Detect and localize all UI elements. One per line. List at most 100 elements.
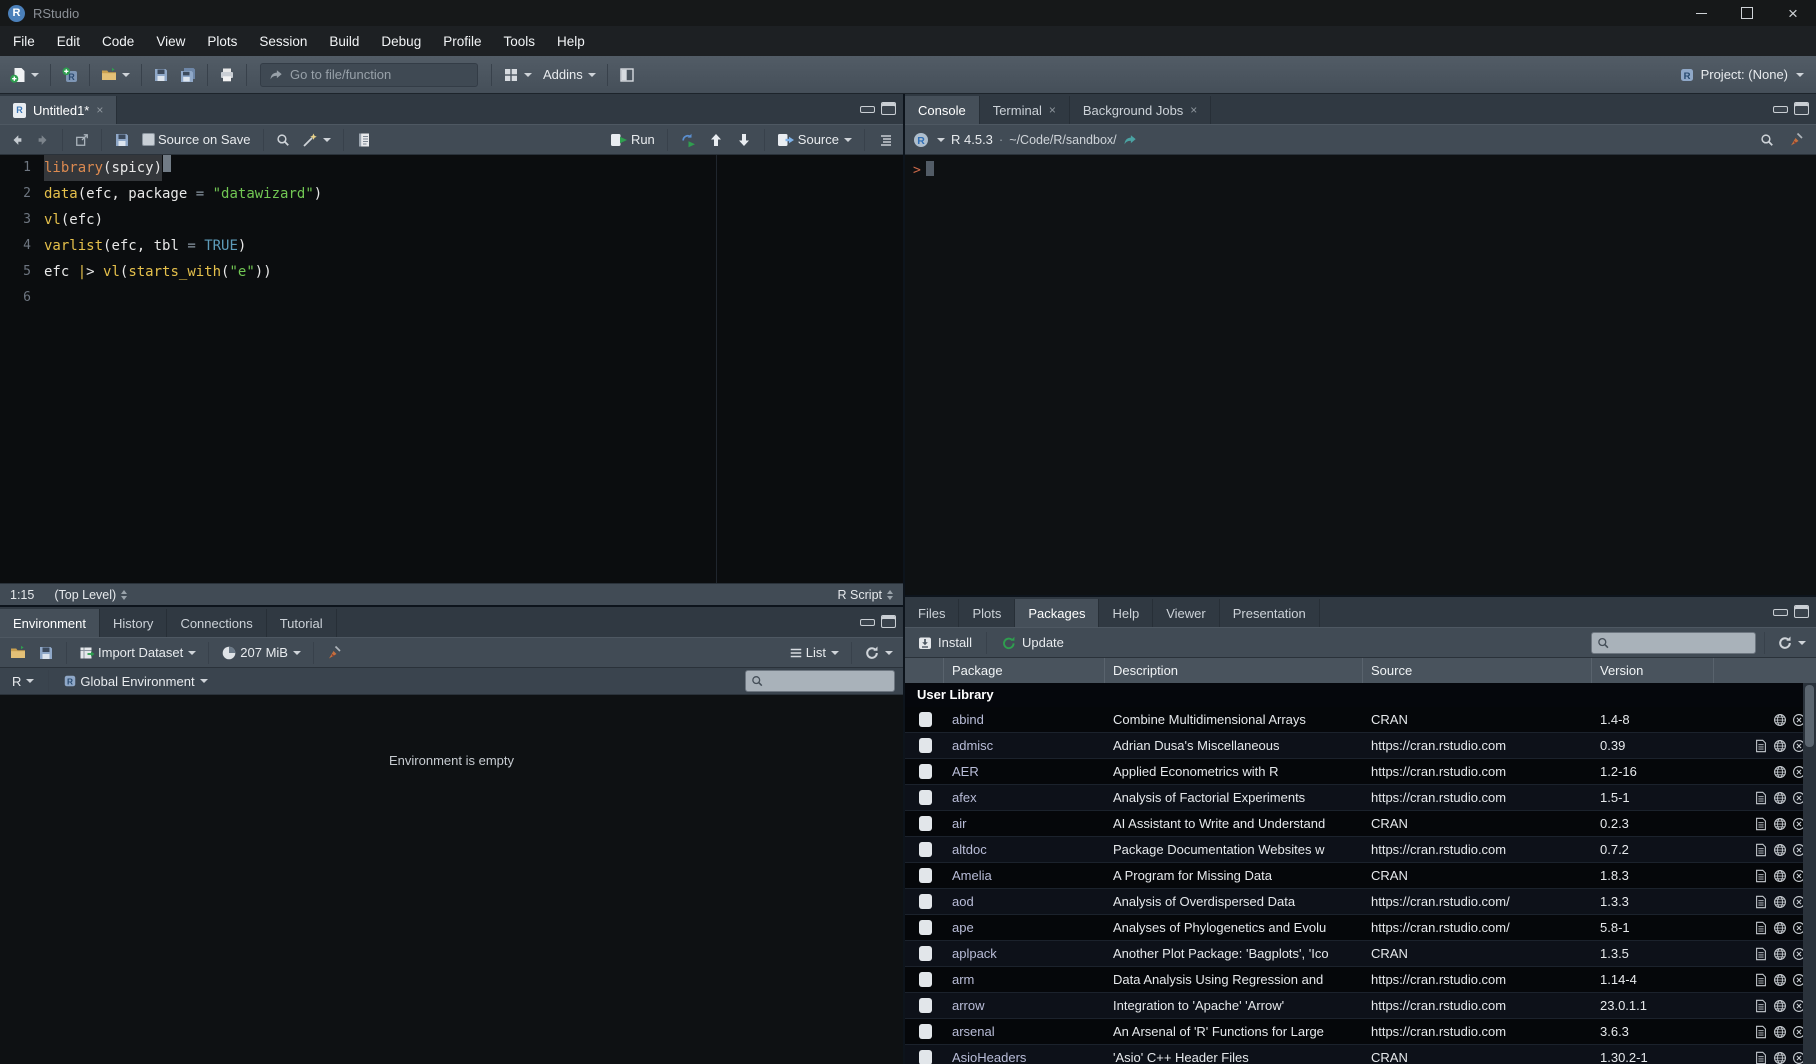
memory-usage-button[interactable]: 207 MiB xyxy=(217,640,305,666)
package-manual-icon[interactable] xyxy=(1754,921,1768,935)
package-manual-icon[interactable] xyxy=(1754,973,1768,987)
find-replace-button[interactable] xyxy=(272,127,294,153)
tab-viewer[interactable]: Viewer xyxy=(1153,599,1220,627)
open-file-button[interactable] xyxy=(97,62,134,88)
package-website-icon[interactable] xyxy=(1773,765,1787,779)
tab-terminal[interactable]: Terminal xyxy=(980,96,1070,124)
document-outline-button[interactable] xyxy=(873,127,897,153)
package-name-link[interactable]: aplpack xyxy=(944,946,1105,961)
environment-search-input[interactable] xyxy=(767,674,889,688)
menu-session[interactable]: Session xyxy=(248,26,318,56)
clear-console-button[interactable] xyxy=(1784,127,1808,153)
package-website-icon[interactable] xyxy=(1773,1025,1787,1039)
source-on-save-checkbox[interactable] xyxy=(142,133,155,146)
code-tools-button[interactable] xyxy=(298,127,335,153)
package-name-link[interactable]: afex xyxy=(944,790,1105,805)
packages-search-input[interactable] xyxy=(1613,636,1750,650)
tab-connections[interactable]: Connections xyxy=(167,609,266,637)
tab-environment[interactable]: Environment xyxy=(0,609,100,637)
package-checkbox[interactable] xyxy=(919,1050,932,1064)
tab-presentation[interactable]: Presentation xyxy=(1220,599,1320,627)
package-checkbox[interactable] xyxy=(919,972,932,987)
package-name-link[interactable]: air xyxy=(944,816,1105,831)
refresh-packages-button[interactable] xyxy=(1773,630,1810,656)
new-project-button[interactable] xyxy=(58,62,82,88)
run-button[interactable]: Run xyxy=(606,127,659,153)
packages-scrollbar-thumb[interactable] xyxy=(1805,685,1814,747)
tab-help[interactable]: Help xyxy=(1099,599,1153,627)
menu-help[interactable]: Help xyxy=(546,26,596,56)
compile-report-button[interactable] xyxy=(352,127,376,153)
package-manual-icon[interactable] xyxy=(1754,999,1768,1013)
package-manual-icon[interactable] xyxy=(1754,739,1768,753)
rerun-button[interactable] xyxy=(676,127,700,153)
forward-button[interactable] xyxy=(32,127,54,153)
tab-files[interactable]: Files xyxy=(905,599,959,627)
console-search-icon[interactable] xyxy=(1756,127,1778,153)
environment-minimize-icon[interactable] xyxy=(860,619,875,626)
menu-plots[interactable]: Plots xyxy=(196,26,248,56)
r-version-dropdown[interactable] xyxy=(937,138,945,142)
menu-profile[interactable]: Profile xyxy=(432,26,492,56)
package-checkbox[interactable] xyxy=(919,842,932,857)
package-website-icon[interactable] xyxy=(1773,713,1787,727)
package-manual-icon[interactable] xyxy=(1754,817,1768,831)
environment-maximize-icon[interactable] xyxy=(881,615,896,628)
goto-file-function-box[interactable]: Go to file/function xyxy=(260,63,478,87)
window-maximize-button[interactable] xyxy=(1724,0,1770,26)
package-name-link[interactable]: AER xyxy=(944,764,1105,779)
package-website-icon[interactable] xyxy=(1773,869,1787,883)
console-maximize-icon[interactable] xyxy=(1794,102,1809,115)
addins-button[interactable]: Addins xyxy=(539,62,600,88)
tab-console[interactable]: Console xyxy=(905,96,980,124)
tab-tutorial[interactable]: Tutorial xyxy=(267,609,337,637)
package-manual-icon[interactable] xyxy=(1754,1025,1768,1039)
package-checkbox[interactable] xyxy=(919,738,932,753)
save-workspace-button[interactable] xyxy=(34,640,58,666)
run-next-chunk-button[interactable] xyxy=(732,127,756,153)
popout-editor-button[interactable] xyxy=(71,127,93,153)
packages-search-box[interactable] xyxy=(1591,632,1756,654)
window-close-button[interactable] xyxy=(1770,0,1816,26)
package-name-link[interactable]: arm xyxy=(944,972,1105,987)
print-button[interactable] xyxy=(215,62,239,88)
environment-search-box[interactable] xyxy=(745,670,895,692)
packages-maximize-icon[interactable] xyxy=(1794,605,1809,618)
install-button[interactable]: Install xyxy=(911,631,978,655)
package-name-link[interactable]: arsenal xyxy=(944,1024,1105,1039)
package-checkbox[interactable] xyxy=(919,816,932,831)
console-output[interactable]: > xyxy=(905,155,1816,595)
package-manual-icon[interactable] xyxy=(1754,843,1768,857)
tab-close-icon[interactable] xyxy=(1049,103,1056,117)
workspace-panes-button[interactable] xyxy=(499,62,536,88)
update-button[interactable]: Update xyxy=(995,631,1070,655)
package-checkbox[interactable] xyxy=(919,946,932,961)
package-checkbox[interactable] xyxy=(919,764,932,779)
package-manual-icon[interactable] xyxy=(1754,895,1768,909)
scope-selector[interactable]: (Top Level) xyxy=(44,588,137,602)
tab-packages[interactable]: Packages xyxy=(1015,599,1099,627)
filetype-selector[interactable]: R Script xyxy=(828,588,903,602)
package-website-icon[interactable] xyxy=(1773,895,1787,909)
package-manual-icon[interactable] xyxy=(1754,791,1768,805)
package-website-icon[interactable] xyxy=(1773,921,1787,935)
pane-layout-button[interactable] xyxy=(615,62,639,88)
package-name-link[interactable]: aod xyxy=(944,894,1105,909)
save-source-button[interactable] xyxy=(110,127,134,153)
package-website-icon[interactable] xyxy=(1773,999,1787,1013)
package-name-link[interactable]: AsioHeaders xyxy=(944,1050,1105,1064)
package-checkbox[interactable] xyxy=(919,868,932,883)
menu-edit[interactable]: Edit xyxy=(46,26,91,56)
load-workspace-button[interactable] xyxy=(6,640,30,666)
package-checkbox[interactable] xyxy=(919,894,932,909)
console-minimize-icon[interactable] xyxy=(1773,106,1788,113)
package-website-icon[interactable] xyxy=(1773,791,1787,805)
back-button[interactable] xyxy=(6,127,28,153)
package-name-link[interactable]: arrow xyxy=(944,998,1105,1013)
package-website-icon[interactable] xyxy=(1773,739,1787,753)
run-previous-chunk-button[interactable] xyxy=(704,127,728,153)
package-website-icon[interactable] xyxy=(1773,843,1787,857)
save-all-button[interactable] xyxy=(176,62,200,88)
package-website-icon[interactable] xyxy=(1773,947,1787,961)
menu-debug[interactable]: Debug xyxy=(370,26,432,56)
